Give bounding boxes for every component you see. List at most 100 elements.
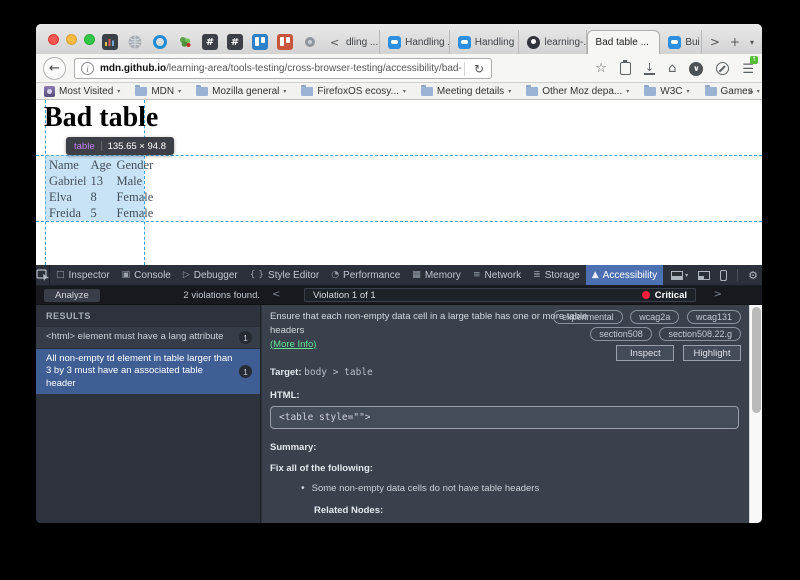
close-window-button[interactable] <box>48 34 59 45</box>
count-badge: 1 <box>239 365 252 378</box>
menu-button[interactable]: ☰ ↑ <box>742 60 754 78</box>
tab-bui[interactable]: Bui <box>660 30 702 54</box>
reading-list-icon[interactable] <box>620 62 631 75</box>
downloads-icon[interactable]: ↓ <box>644 63 655 75</box>
pinned-tab-chart-icon[interactable] <box>102 34 118 50</box>
pinned-tab-irc-channel-icon[interactable]: # <box>202 34 218 50</box>
tab-memory[interactable]: ▦Memory <box>406 265 467 285</box>
bookmark-most-visited[interactable]: Most Visited▾ <box>44 86 120 97</box>
pinned-tab-globe-icon[interactable] <box>127 34 143 50</box>
zoom-window-button[interactable] <box>84 34 95 45</box>
bookmark-label: FirefoxOS ecosy... <box>317 86 399 97</box>
scroll-tabs-right-icon[interactable]: > <box>710 35 720 49</box>
style-editor-icon: { } <box>250 270 264 280</box>
tab-storage[interactable]: ≣Storage <box>527 265 586 285</box>
folder-icon <box>705 87 717 96</box>
infobar-tagname: table <box>74 141 95 152</box>
minimize-window-button[interactable] <box>66 34 77 45</box>
all-tabs-icon[interactable]: ▾ <box>750 38 754 47</box>
tag-pill: wcag2a <box>630 310 679 324</box>
previous-violation-icon[interactable]: < <box>272 289 280 300</box>
violation-detail: Ensure that each non-empty data cell in … <box>262 305 749 523</box>
pinned-tab-irc-channel-icon[interactable]: # <box>227 34 243 50</box>
bad-table: Name Age Gender Gabriel 13 Male Elva 8 F… <box>47 157 155 221</box>
tab-network[interactable]: ≡Network <box>467 265 527 285</box>
bookmark-folder-other-moz[interactable]: Other Moz depa...▾ <box>526 86 629 97</box>
tag-pill: experimental <box>553 310 623 324</box>
tab-label: Bui <box>685 37 699 48</box>
tab-console[interactable]: ▣Console <box>116 265 177 285</box>
chevron-down-icon: ▾ <box>403 88 406 95</box>
table-cell: Gabriel <box>47 173 88 189</box>
bookmark-folder-mdn[interactable]: MDN▾ <box>135 86 181 97</box>
more-info-link[interactable]: (More Info) <box>270 339 316 350</box>
fix-item-text: Some non-empty data cells do not have ta… <box>312 483 540 494</box>
pick-element-button[interactable] <box>36 265 50 285</box>
scrollbar-thumb[interactable] <box>752 307 761 413</box>
tab-label: dling ... <box>346 37 378 48</box>
bookmark-star-icon[interactable]: ☆ <box>595 61 607 76</box>
pocket-icon[interactable]: ∨ <box>689 62 703 76</box>
pinned-tab-trello-red-icon[interactable] <box>277 34 293 50</box>
url-bar[interactable]: i mdn.github.io/learning-area/tools-test… <box>74 58 492 79</box>
inspect-button[interactable]: Inspect <box>616 345 674 361</box>
bookmark-label: Most Visited <box>59 86 113 97</box>
url-text[interactable]: mdn.github.io/learning-area/tools-testin… <box>100 63 462 74</box>
tab-handling-2[interactable]: Handling ... <box>380 30 450 54</box>
bookmark-folder-w3c[interactable]: W3C▾ <box>644 86 689 97</box>
responsive-design-icon[interactable] <box>720 270 727 281</box>
split-console-icon[interactable] <box>698 271 710 280</box>
analyze-button[interactable]: Analyze <box>44 289 100 302</box>
folder-icon <box>196 87 208 96</box>
tag-pills-row1: experimental wcag2a wcag131 <box>548 310 741 324</box>
most-visited-icon <box>44 86 55 97</box>
next-violation-icon[interactable]: > <box>714 289 722 300</box>
tab-performance[interactable]: ◔Performance <box>325 265 406 285</box>
bookmark-label: W3C <box>660 86 682 97</box>
pinned-tab-gray-icon[interactable] <box>302 34 318 50</box>
dock-options-button[interactable]: ▾ <box>671 271 688 280</box>
scrollbar-track[interactable] <box>749 305 762 523</box>
result-item-table-header[interactable]: All non-empty td element in table larger… <box>36 349 260 394</box>
tab-handling-3[interactable]: Handling ... <box>450 30 520 54</box>
related-nodes-label: Related Nodes: <box>314 505 741 516</box>
chat-icon <box>458 36 471 49</box>
severity-label: Critical <box>655 290 687 301</box>
tab-learning-area[interactable]: learning-... <box>519 30 586 54</box>
bookmark-folder-meeting-details[interactable]: Meeting details▾ <box>421 86 511 97</box>
tab-inspector[interactable]: □Inspector <box>50 265 116 285</box>
storage-icon: ≣ <box>533 270 541 280</box>
tab-style-editor[interactable]: { }Style Editor <box>244 265 325 285</box>
hamburger-menu-icon: ☰ <box>742 62 754 77</box>
tab-label: Handling ... <box>405 37 450 48</box>
titlebar: # # < dling ... Handling ... Han <box>36 24 762 54</box>
tab-bad-table-active[interactable]: Bad table ... × <box>587 30 661 54</box>
tab-label: Performance <box>343 270 400 281</box>
reload-icon[interactable]: ↻ <box>467 62 491 76</box>
tab-label: learning-... <box>544 37 586 48</box>
page-actions-icon[interactable] <box>716 62 729 75</box>
back-button[interactable]: ← <box>43 57 66 80</box>
settings-gear-icon[interactable]: ⚙ <box>748 269 758 282</box>
result-text: <html> element must have a lang attribut… <box>46 331 233 343</box>
new-tab-icon[interactable]: + <box>730 35 740 49</box>
folder-icon <box>301 87 313 96</box>
tab-handling-1[interactable]: dling ... <box>338 30 380 54</box>
bookmark-folder-firefoxos[interactable]: FirefoxOS ecosy... ▾ <box>301 86 406 97</box>
pinned-tab-ring-icon[interactable] <box>152 34 168 50</box>
identity-info-icon[interactable]: i <box>81 62 94 75</box>
tab-label: Console <box>134 270 171 281</box>
chevron-down-icon: ▾ <box>283 88 286 95</box>
bookmark-folder-mozilla-general[interactable]: Mozilla general▾ <box>196 86 286 97</box>
bookmarks-overflow-icon[interactable]: » <box>747 85 754 98</box>
html-label: HTML: <box>270 390 741 401</box>
pinned-tab-plant-icon[interactable] <box>177 34 193 50</box>
results-sidebar: RESULTS <html> element must have a lang … <box>36 305 261 523</box>
pinned-tab-trello-blue-icon[interactable] <box>252 34 268 50</box>
tab-debugger[interactable]: ▷Debugger <box>177 265 244 285</box>
highlight-button[interactable]: Highlight <box>683 345 741 361</box>
github-icon <box>527 36 540 49</box>
home-icon[interactable]: ⌂ <box>668 61 676 76</box>
tab-accessibility[interactable]: ▲Accessibility <box>586 265 663 285</box>
result-item-lang[interactable]: <html> element must have a lang attribut… <box>36 326 260 349</box>
